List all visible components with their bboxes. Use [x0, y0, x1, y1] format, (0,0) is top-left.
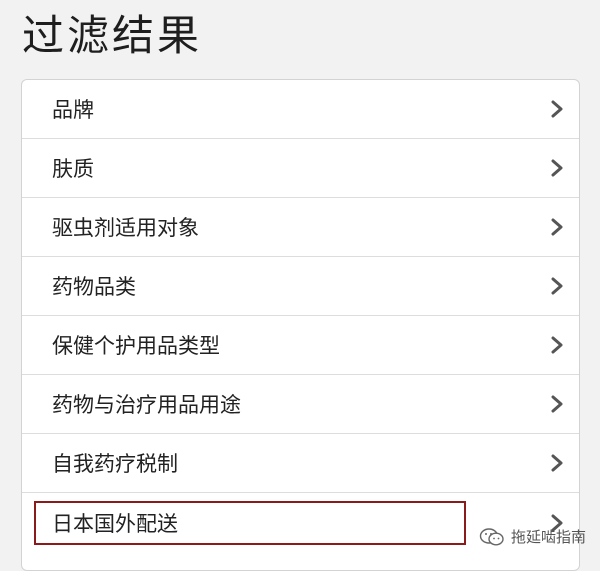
- filter-row-label: 肤质: [52, 157, 94, 181]
- filter-row-label: 驱虫剂适用对象: [52, 216, 199, 240]
- filter-row-brand[interactable]: 品牌: [22, 80, 579, 139]
- filter-row-label: 药物品类: [52, 275, 136, 299]
- filter-list: 品牌 肤质 驱虫剂适用对象 药物品类 保健个护用品类型 药物与治疗用品用途 自我…: [21, 79, 580, 571]
- page-title: 过滤结果: [22, 11, 203, 60]
- watermark-text: 拖延啮指南: [510, 528, 586, 546]
- chevron-right-icon: [551, 218, 563, 236]
- wechat-icon: [479, 527, 504, 546]
- watermark: 拖延啮指南: [479, 526, 586, 547]
- filter-row-health-care-type[interactable]: 保健个护用品类型: [22, 316, 579, 375]
- chevron-right-icon: [551, 454, 563, 472]
- filter-row-repellent-target[interactable]: 驱虫剂适用对象: [22, 198, 579, 257]
- filter-row-skin-type[interactable]: 肤质: [22, 139, 579, 198]
- filter-row-treatment-use[interactable]: 药物与治疗用品用途: [22, 375, 579, 434]
- filter-row-label: 药物与治疗用品用途: [52, 393, 241, 417]
- chevron-right-icon: [551, 395, 563, 413]
- chevron-right-icon: [551, 159, 563, 177]
- chevron-right-icon: [551, 336, 563, 354]
- filter-row-label: 保健个护用品类型: [52, 334, 220, 358]
- filter-row-label: 品牌: [52, 98, 94, 122]
- chevron-right-icon: [551, 277, 563, 295]
- filter-row-drug-category[interactable]: 药物品类: [22, 257, 579, 316]
- filter-row-label: 自我药疗税制: [52, 452, 178, 476]
- filter-row-label: 日本国外配送: [52, 511, 178, 536]
- chevron-right-icon: [551, 100, 563, 118]
- filter-row-self-medication-tax[interactable]: 自我药疗税制: [22, 434, 579, 493]
